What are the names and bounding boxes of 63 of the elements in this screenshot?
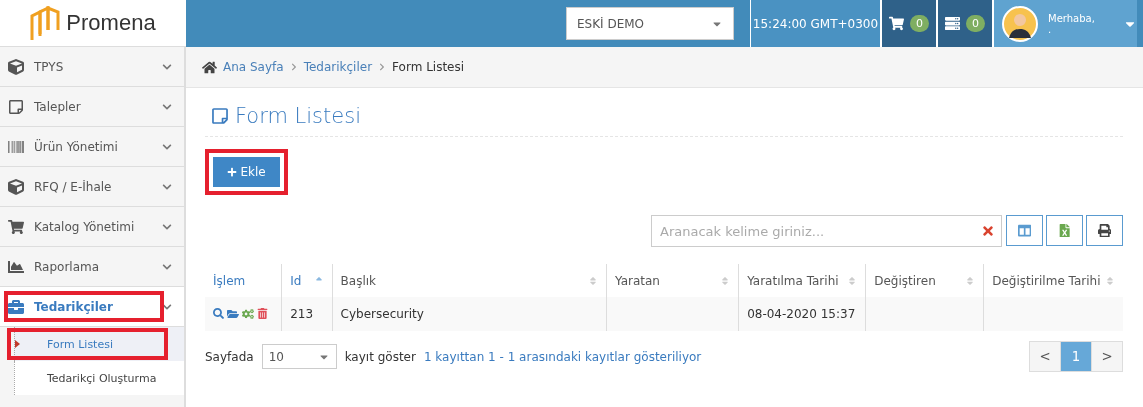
clear-icon[interactable] [981, 224, 995, 238]
gears-icon[interactable] [242, 308, 254, 320]
search-field[interactable]: Aranacak kelime giriniz... [651, 215, 1002, 247]
table-cell: Cybersecurity [332, 297, 607, 331]
chevron-icon [162, 61, 172, 72]
barcode-icon [8, 138, 24, 155]
per-page-suffix: kayıt göster [344, 349, 416, 364]
server-icon [945, 16, 960, 31]
table-cell: 213 [281, 297, 333, 331]
columns-button[interactable] [1006, 215, 1043, 246]
pointer-icon [15, 340, 20, 348]
chevron-icon [162, 141, 172, 152]
cube-icon [8, 58, 24, 75]
chevron-icon [162, 261, 172, 272]
page-button[interactable]: < [1029, 341, 1061, 372]
chevron-icon [162, 301, 172, 312]
sidebar-item[interactable]: Tedarikçiler [0, 287, 184, 327]
cart-count: 0 [910, 15, 929, 32]
greeting-text: Merhaba, [1048, 12, 1096, 24]
clock-text: 15:24:00 GMT+0300 [752, 16, 879, 31]
search-icon[interactable] [213, 308, 224, 319]
server-count: 0 [966, 15, 985, 32]
home-icon [202, 59, 217, 75]
chevron-icon [162, 101, 172, 112]
spreadsheet-icon [1057, 223, 1072, 238]
submenu-item[interactable]: Tedarikçi Oluşturma [14, 361, 184, 395]
page-title: Form Listesi [235, 104, 361, 128]
logo-text: Promena [66, 10, 156, 36]
chart-icon [8, 258, 24, 275]
separator-icon [289, 63, 298, 71]
per-page-select[interactable]: 10 [261, 344, 337, 369]
sort-icon [720, 275, 731, 286]
note-icon [8, 98, 24, 115]
sort-icon [847, 275, 858, 286]
chevron-icon [162, 221, 172, 232]
trash-icon[interactable] [257, 308, 268, 319]
note-icon [211, 107, 229, 125]
print-button[interactable] [1086, 215, 1123, 246]
plus-icon [227, 167, 238, 177]
sort-icon [588, 275, 598, 286]
columns-icon [1017, 223, 1032, 238]
printer-icon [1097, 223, 1112, 238]
chevron-icon [162, 181, 172, 192]
logo-icon [30, 6, 61, 40]
per-page-label: Sayfada [205, 349, 254, 364]
column-header[interactable]: İşlem [205, 264, 282, 297]
breadcrumb-link[interactable]: Ana Sayfa [223, 60, 284, 74]
company-select[interactable]: ESKİ DEMO [566, 7, 734, 40]
cart-icon [8, 218, 24, 235]
folder-icon[interactable] [227, 308, 239, 320]
breadcrumb-link[interactable]: Tedarikçiler [303, 60, 373, 74]
table-cell: 08-04-2020 15:37 [738, 297, 866, 331]
records-info: 1 kayıttan 1 - 1 arasındaki kayıtlar gösteriliyor [423, 349, 703, 364]
separator-icon [378, 63, 387, 71]
cube-icon [8, 178, 24, 195]
sort-icon [965, 275, 976, 286]
page-button[interactable]: > [1091, 341, 1123, 372]
user-avatar[interactable] [1002, 5, 1038, 42]
add-button[interactable]: Ekle [213, 157, 280, 187]
sort-icon [1105, 275, 1115, 286]
cart-icon [889, 16, 904, 31]
user-name: . [1048, 23, 1053, 35]
briefcase-icon [8, 298, 24, 315]
